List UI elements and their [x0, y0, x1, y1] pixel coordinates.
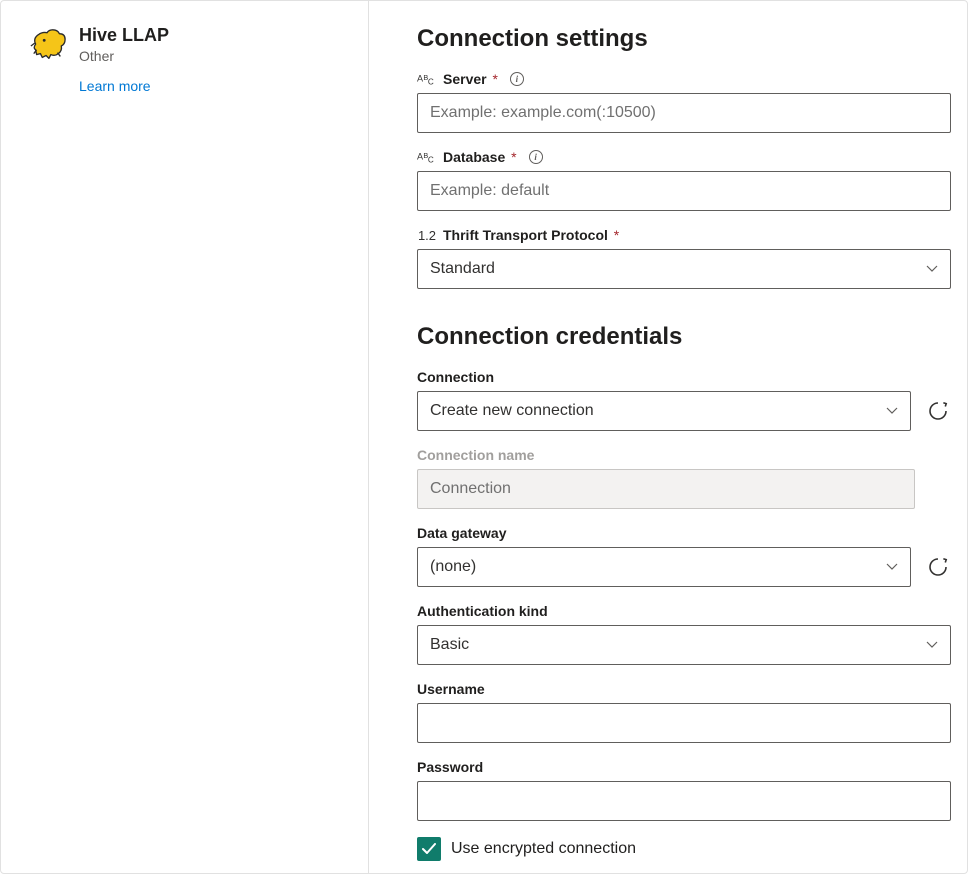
server-field: A B C Server * i [417, 71, 951, 133]
username-field: Username [417, 681, 951, 743]
auth-kind-select[interactable]: Basic [417, 625, 951, 665]
connection-name-field: Connection name [417, 447, 951, 509]
database-label: Database * [443, 149, 517, 165]
main-panel: Connection settings A B C Server * i [369, 1, 967, 873]
password-input[interactable] [417, 781, 951, 821]
connection-name-input [417, 469, 915, 509]
database-input[interactable] [417, 171, 951, 211]
check-icon [422, 843, 436, 855]
connection-select[interactable]: Create new connection [417, 391, 911, 431]
svg-text:C: C [428, 77, 434, 86]
connection-name-label: Connection name [417, 447, 951, 463]
connection-settings-heading: Connection settings [417, 25, 951, 53]
connection-label: Connection [417, 369, 951, 385]
info-icon[interactable]: i [529, 150, 543, 164]
auth-kind-label: Authentication kind [417, 603, 951, 619]
connection-credentials-heading: Connection credentials [417, 323, 951, 351]
connection-field: Connection Create new connection [417, 369, 951, 431]
thrift-label: Thrift Transport Protocol * [443, 227, 619, 243]
server-input[interactable] [417, 93, 951, 133]
chevron-down-icon [926, 265, 938, 273]
gateway-label: Data gateway [417, 525, 951, 541]
connector-title: Hive LLAP [79, 25, 169, 46]
thrift-field: 1.2 Thrift Transport Protocol * Standard [417, 227, 951, 289]
info-icon[interactable]: i [510, 72, 524, 86]
sidebar: Hive LLAP Other Learn more [1, 1, 369, 873]
server-label: Server * [443, 71, 498, 87]
number-type-icon: 1.2 [417, 227, 437, 243]
sidebar-text: Hive LLAP Other Learn more [79, 25, 169, 849]
encrypted-label: Use encrypted connection [451, 840, 636, 858]
password-field: Password [417, 759, 951, 821]
chevron-down-icon [886, 563, 898, 571]
chevron-down-icon [926, 641, 938, 649]
encrypted-checkbox[interactable] [417, 837, 441, 861]
dialog-root: Hive LLAP Other Learn more Connection se… [0, 0, 968, 874]
refresh-connection-button[interactable] [925, 398, 951, 424]
database-field: A B C Database * i [417, 149, 951, 211]
text-type-icon: A B C [417, 71, 437, 87]
username-input[interactable] [417, 703, 951, 743]
chevron-down-icon [886, 407, 898, 415]
gateway-select[interactable]: (none) [417, 547, 911, 587]
username-label: Username [417, 681, 951, 697]
auth-kind-field: Authentication kind Basic [417, 603, 951, 665]
hive-llap-icon [29, 27, 67, 65]
text-type-icon: A B C [417, 149, 437, 165]
svg-text:C: C [428, 155, 434, 164]
thrift-select[interactable]: Standard [417, 249, 951, 289]
learn-more-link[interactable]: Learn more [79, 78, 151, 94]
encrypted-row: Use encrypted connection [417, 837, 951, 861]
refresh-gateway-button[interactable] [925, 554, 951, 580]
gateway-field: Data gateway (none) [417, 525, 951, 587]
password-label: Password [417, 759, 951, 775]
connector-category: Other [79, 48, 169, 64]
